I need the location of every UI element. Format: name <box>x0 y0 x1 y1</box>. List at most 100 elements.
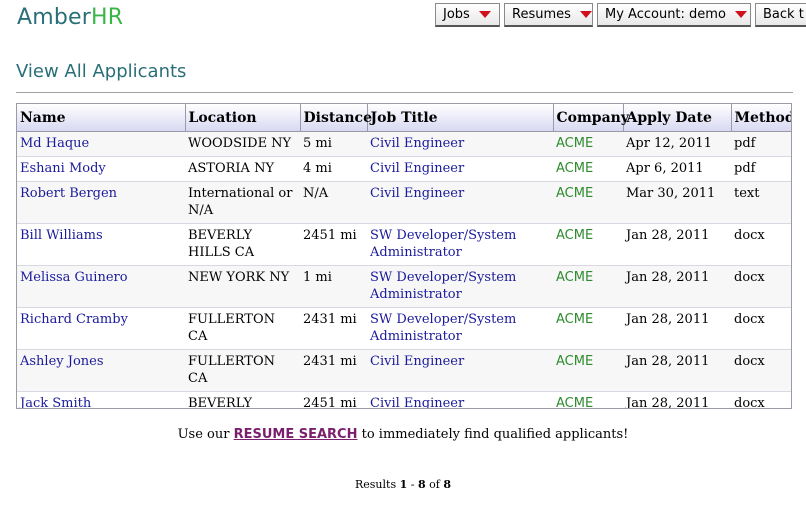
applicant-name-link[interactable]: Bill Williams <box>20 228 103 243</box>
apply-date-cell: Jan 28, 2011 <box>623 265 731 308</box>
job-title-link[interactable]: Civil Engineer <box>370 161 464 176</box>
applicant-name-link[interactable]: Richard Cramby <box>20 312 128 327</box>
results-total: 8 <box>443 478 451 491</box>
column-header-distance[interactable]: Distance <box>300 104 372 132</box>
location-cell: FULLERTON CA <box>185 349 300 392</box>
job-title-link[interactable]: Civil Engineer <box>370 186 464 201</box>
company-cell: ACME <box>553 131 623 157</box>
applicants-table-container: Name Location Distance Job Title Company… <box>16 103 792 409</box>
distance-cell: 2451 mi <box>300 223 367 266</box>
column-header-location[interactable]: Location <box>185 104 301 132</box>
company-cell: ACME <box>553 223 623 266</box>
method-cell: text <box>731 181 791 224</box>
applicants-table: Name Location Distance Job Title Company… <box>17 104 791 408</box>
method-cell: docx <box>731 223 791 266</box>
distance-cell: 5 mi <box>300 131 367 157</box>
page-title: View All Applicants <box>16 61 187 82</box>
location-cell: FULLERTON CA <box>185 307 300 350</box>
method-cell: docx <box>731 391 791 408</box>
resume-search-link[interactable]: RESUME SEARCH <box>234 427 358 442</box>
job-title-link[interactable]: SW Developer/System Administrator <box>370 228 516 260</box>
results-end: 8 <box>417 478 426 491</box>
distance-cell: 2451 mi <box>300 391 367 408</box>
table-row: Bill Williams BEVERLY HILLS CA 2451 mi S… <box>17 223 791 266</box>
location-cell: ASTORIA NY <box>185 156 300 182</box>
table-row: Eshani Mody ASTORIA NY 4 mi Civil Engine… <box>17 156 791 182</box>
column-header-method[interactable]: Method <box>731 104 791 132</box>
company-cell: ACME <box>553 181 623 224</box>
applicant-name-link[interactable]: Robert Bergen <box>20 186 117 201</box>
top-navigation: Jobs Resumes My Account: demo Back t <box>435 3 806 27</box>
method-cell: docx <box>731 265 791 308</box>
method-cell: docx <box>731 307 791 350</box>
job-title-link[interactable]: Civil Engineer <box>370 136 464 151</box>
distance-cell: N/A <box>300 181 367 224</box>
applicant-name-link[interactable]: Md Haque <box>20 136 89 151</box>
nav-resumes-label: Resumes <box>512 7 571 22</box>
location-cell: International or N/A <box>185 181 300 224</box>
job-title-link[interactable]: SW Developer/System Administrator <box>370 312 516 344</box>
company-cell: ACME <box>553 156 623 182</box>
location-cell: NEW YORK NY <box>185 265 300 308</box>
job-title-link[interactable]: SW Developer/System Administrator <box>370 270 516 302</box>
table-row: Md Haque WOODSIDE NY 5 mi Civil Engineer… <box>17 131 791 157</box>
company-cell: ACME <box>553 307 623 350</box>
nav-my-account-button[interactable]: My Account: demo <box>597 3 751 27</box>
method-cell: pdf <box>731 156 791 182</box>
nav-back-button[interactable]: Back t <box>755 3 806 27</box>
title-divider <box>16 92 793 93</box>
distance-cell: 1 mi <box>300 265 367 308</box>
column-header-job-title[interactable]: Job Title <box>367 104 554 132</box>
location-cell: BEVERLY HILLS CA <box>185 223 300 266</box>
company-cell: ACME <box>553 349 623 392</box>
dropdown-arrow-icon <box>734 11 747 18</box>
location-cell: WOODSIDE NY <box>185 131 300 157</box>
table-row: Ashley Jones FULLERTON CA 2431 mi Civil … <box>17 349 791 392</box>
table-row: Robert Bergen International or N/A N/A C… <box>17 181 791 224</box>
company-cell: ACME <box>553 391 623 408</box>
results-of: of <box>425 478 444 491</box>
column-header-name[interactable]: Name <box>17 104 186 132</box>
job-title-link[interactable]: Civil Engineer <box>370 354 464 369</box>
results-summary: Results 1 - 8 of 8 <box>0 478 806 491</box>
apply-date-cell: Apr 12, 2011 <box>623 131 731 157</box>
apply-date-cell: Jan 28, 2011 <box>623 349 731 392</box>
apply-date-cell: Apr 6, 2011 <box>623 156 731 182</box>
method-cell: pdf <box>731 131 791 157</box>
results-prefix: Results <box>355 478 400 491</box>
apply-date-cell: Jan 28, 2011 <box>623 307 731 350</box>
applicant-name-link[interactable]: Jack Smith <box>20 396 91 408</box>
job-title-link[interactable]: Civil Engineer <box>370 396 464 408</box>
column-header-apply-date[interactable]: Apply Date <box>623 104 732 132</box>
table-row: Melissa Guinero NEW YORK NY 1 mi SW Deve… <box>17 265 791 308</box>
table-row: Jack Smith BEVERLY HILLS CA 2451 mi Civi… <box>17 391 791 408</box>
amberhr-logo[interactable]: AmberHR <box>17 5 123 30</box>
applicant-name-link[interactable]: Melissa Guinero <box>20 270 128 285</box>
distance-cell: 4 mi <box>300 156 367 182</box>
dropdown-arrow-icon <box>478 11 491 18</box>
nav-my-account-label: My Account: demo <box>605 7 726 22</box>
apply-date-cell: Mar 30, 2011 <box>623 181 731 224</box>
resume-search-promo: Use our RESUME SEARCH to immediately fin… <box>0 427 806 442</box>
logo-part-hr: HR <box>91 5 124 30</box>
table-header-row: Name Location Distance Job Title Company… <box>17 104 791 132</box>
results-separator: - <box>407 478 418 491</box>
dropdown-arrow-icon <box>579 11 592 18</box>
applicant-name-link[interactable]: Eshani Mody <box>20 161 106 176</box>
distance-cell: 2431 mi <box>300 349 367 392</box>
method-cell: docx <box>731 349 791 392</box>
promo-text-before: Use our <box>177 427 234 442</box>
company-cell: ACME <box>553 265 623 308</box>
location-cell: BEVERLY HILLS CA <box>185 391 300 408</box>
logo-part-amber: Amber <box>17 5 92 30</box>
column-header-company[interactable]: Company <box>553 104 629 132</box>
table-row: Richard Cramby FULLERTON CA 2431 mi SW D… <box>17 307 791 350</box>
applicant-name-link[interactable]: Ashley Jones <box>20 354 104 369</box>
promo-text-after: to immediately find qualified applicants… <box>357 427 629 442</box>
apply-date-cell: Jan 28, 2011 <box>623 391 731 408</box>
nav-resumes-button[interactable]: Resumes <box>504 3 593 27</box>
distance-cell: 2431 mi <box>300 307 367 350</box>
nav-jobs-label: Jobs <box>443 7 470 22</box>
nav-jobs-button[interactable]: Jobs <box>435 3 500 27</box>
nav-back-label: Back t <box>763 7 804 22</box>
